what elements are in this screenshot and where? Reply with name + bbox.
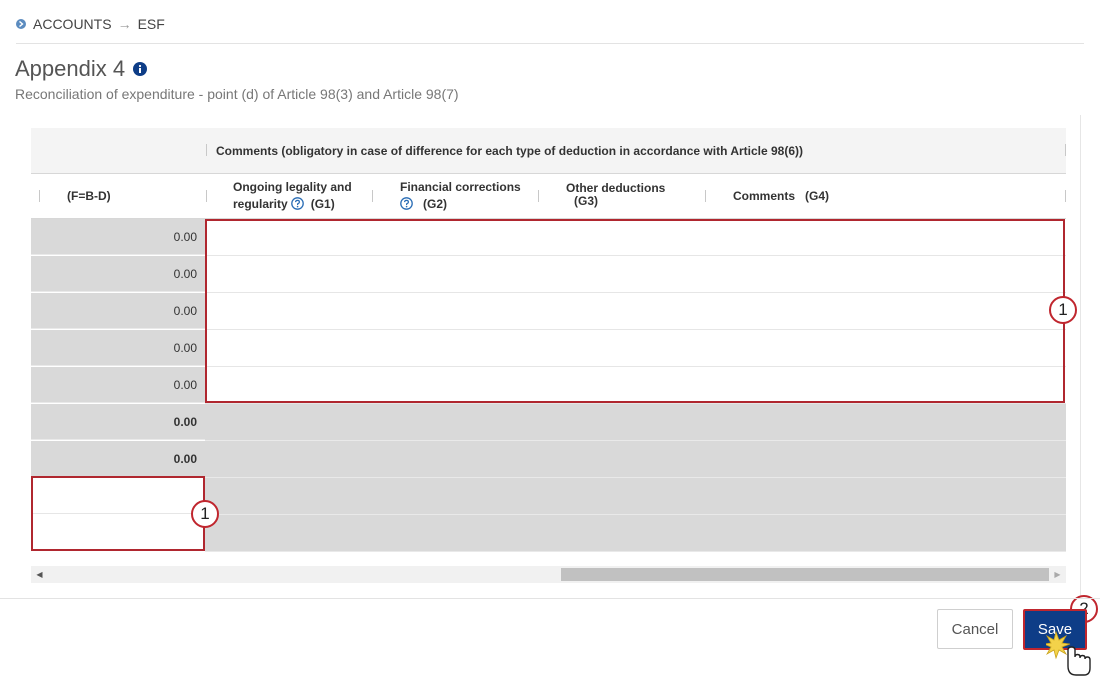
group-header-row: Comments (obligatory in case of differen… — [31, 128, 1066, 174]
cell-f: 0.00 — [31, 367, 205, 403]
cell-f: 0.00 — [31, 256, 205, 292]
column-header-g4: Comments (G4) — [733, 188, 829, 205]
page-subtitle: Reconciliation of expenditure - point (d… — [15, 86, 459, 102]
help-icon[interactable] — [400, 197, 413, 210]
cell-f-total: 0.00 — [31, 441, 205, 477]
column-header-g3-code: (G3) — [574, 194, 598, 208]
hand-cursor-icon — [1046, 630, 1091, 676]
chevron-right-icon — [16, 19, 26, 29]
divider — [0, 598, 1100, 599]
column-separator — [206, 190, 207, 202]
column-header-g1-line1: Ongoing legality and — [233, 180, 352, 194]
column-separator — [1065, 144, 1066, 156]
column-header-g1-code: (G1) — [310, 197, 335, 211]
column-header-g4-code: (G4) — [805, 189, 830, 203]
cell-f: 0.00 — [31, 219, 205, 255]
scrollbar-thumb[interactable] — [561, 568, 1049, 581]
cell-f-total: 0.00 — [31, 404, 205, 440]
column-header-g4-label: Comments — [733, 189, 796, 203]
cell-f: 0.00 — [31, 330, 205, 366]
page-title-text: Appendix 4 — [15, 56, 126, 81]
highlight-f-cells — [31, 476, 205, 551]
highlight-comments-area — [205, 219, 1065, 403]
breadcrumb-item-accounts[interactable]: ACCOUNTS — [33, 16, 112, 32]
column-separator — [538, 190, 539, 202]
column-header-g3: Other deductions (G3) — [566, 182, 665, 208]
column-header-f: (F=B-D) — [67, 189, 111, 203]
divider — [16, 43, 1084, 44]
readonly-cell — [205, 404, 1066, 441]
readonly-cell — [205, 515, 1066, 552]
cell-f: 0.00 — [31, 293, 205, 329]
page-title: Appendix 4 — [15, 56, 148, 82]
column-separator — [705, 190, 706, 202]
column-separator — [39, 190, 40, 202]
cancel-button[interactable]: Cancel — [937, 609, 1013, 649]
column-header-g1: Ongoing legality and regularity (G1) — [233, 179, 352, 213]
horizontal-scrollbar[interactable]: ◀ ▶ — [31, 566, 1066, 583]
breadcrumb-separator: → — [117, 16, 132, 32]
table-row: 0.00 — [31, 441, 1066, 478]
help-icon[interactable] — [291, 197, 304, 210]
readonly-cell — [205, 478, 1066, 515]
column-header-row: (F=B-D) Ongoing legality and regularity … — [31, 174, 1066, 219]
column-header-g2-line1: Financial corrections — [400, 180, 521, 194]
callout-1: 1 — [1049, 296, 1077, 324]
column-separator — [1065, 190, 1066, 202]
column-header-g2-code: (G2) — [423, 197, 448, 211]
column-header-g1-line2: regularity (G1) — [233, 196, 352, 213]
column-header-g1-label: regularity — [233, 197, 288, 211]
column-separator — [206, 144, 207, 156]
table-row: 0.00 — [31, 404, 1066, 441]
info-icon[interactable] — [133, 62, 148, 76]
group-header-comments: Comments (obligatory in case of differen… — [216, 144, 804, 158]
scroll-right-arrow-icon[interactable]: ▶ — [1049, 566, 1066, 583]
column-header-g2-line2: (G2) — [400, 196, 521, 213]
breadcrumb-item-esf: ESF — [137, 16, 165, 32]
scroll-left-arrow-icon[interactable]: ◀ — [31, 566, 48, 583]
readonly-cell — [205, 441, 1066, 478]
breadcrumb: ACCOUNTS → ESF — [16, 16, 165, 32]
column-header-g2: Financial corrections (G2) — [400, 179, 521, 213]
column-separator — [372, 190, 373, 202]
callout-1b: 1 — [191, 500, 219, 528]
